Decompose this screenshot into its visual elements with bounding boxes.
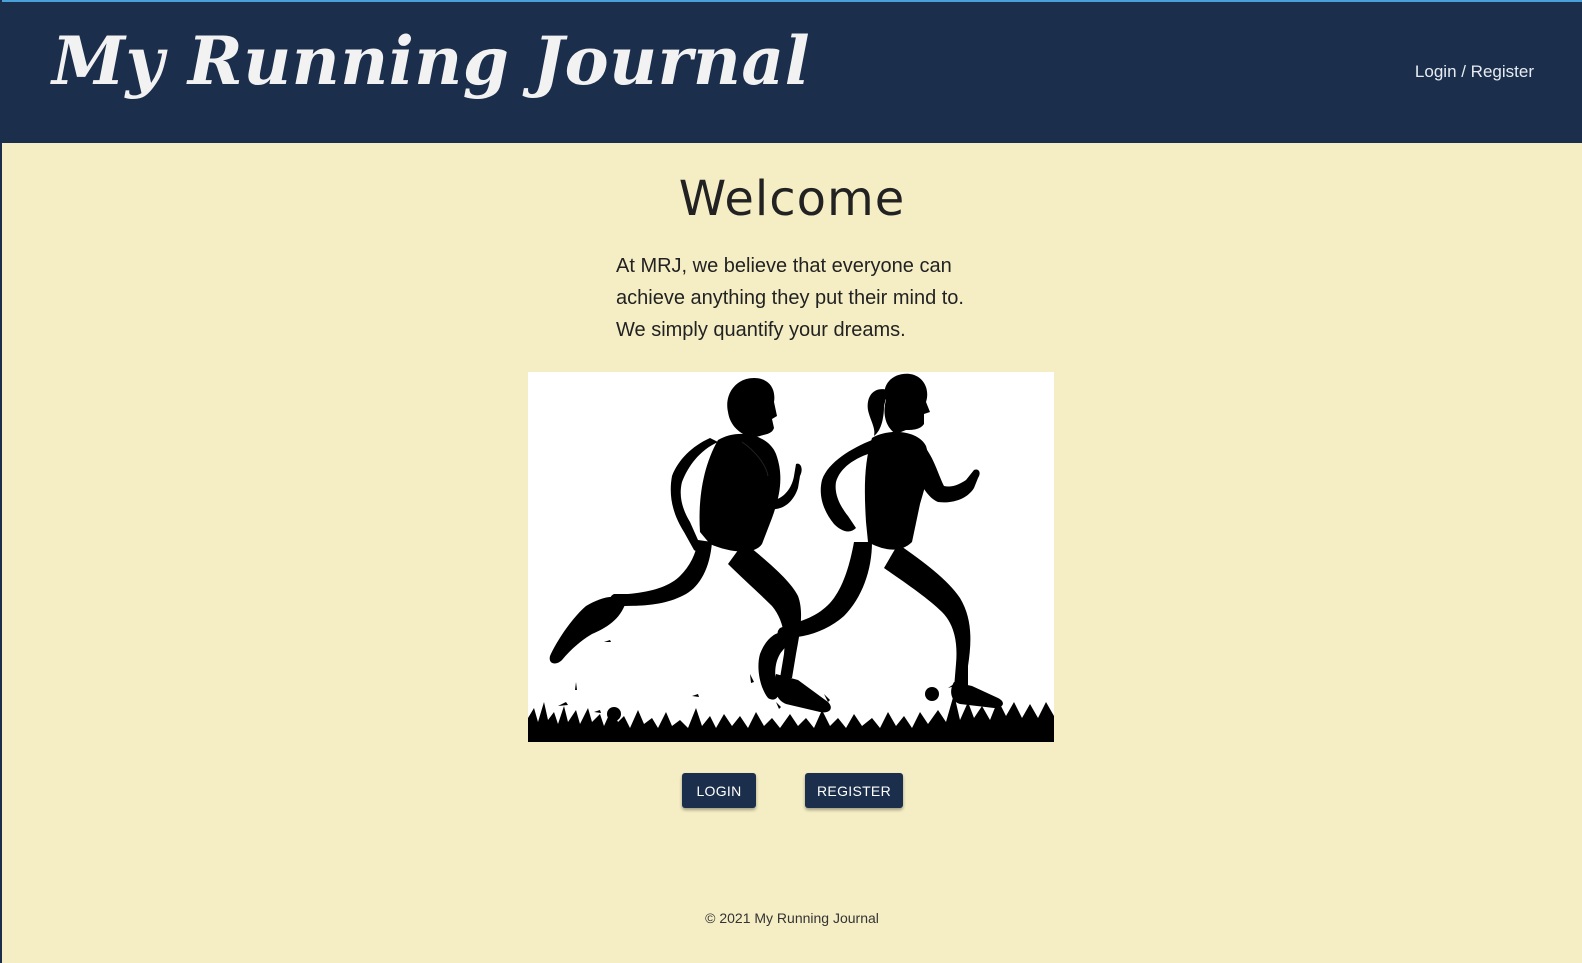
- login-register-link[interactable]: Login / Register: [1415, 62, 1534, 82]
- copyright-footer: © 2021 My Running Journal: [705, 910, 879, 926]
- runners-silhouette-icon: [528, 372, 1054, 742]
- login-button[interactable]: LOGIN: [682, 773, 756, 808]
- hero-image: [528, 372, 1054, 742]
- site-header: My Running Journal Login / Register: [2, 2, 1582, 143]
- site-brand[interactable]: My Running Journal: [52, 16, 810, 106]
- page-title: Welcome: [678, 171, 906, 227]
- register-button[interactable]: REGISTER: [805, 773, 903, 808]
- intro-text: At MRJ, we believe that everyone can ach…: [616, 255, 964, 341]
